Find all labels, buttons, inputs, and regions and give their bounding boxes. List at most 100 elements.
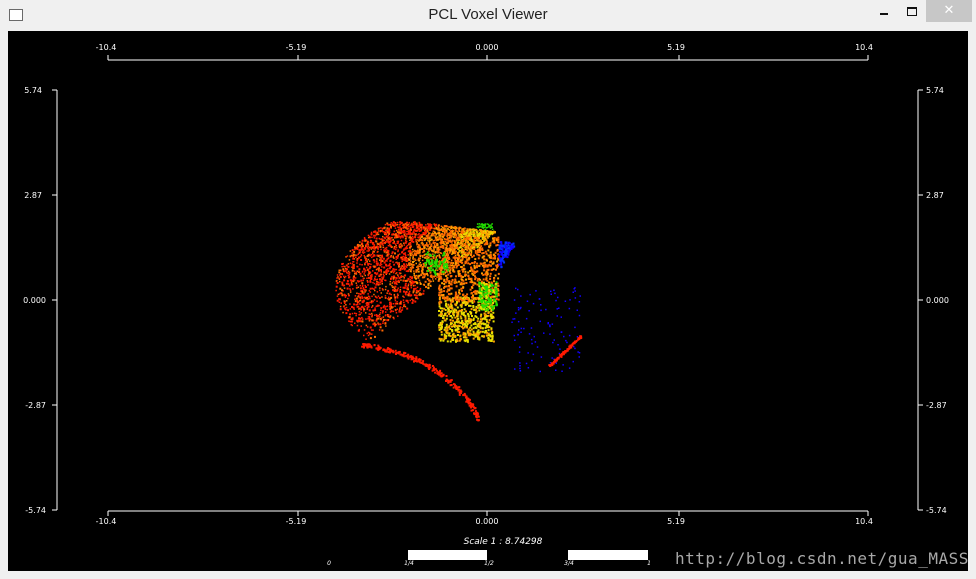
voxel-point: [457, 294, 460, 297]
voxel-point: [399, 306, 402, 308]
voxel-point: [559, 348, 561, 350]
voxel-point: [377, 317, 380, 320]
voxel-point: [386, 305, 389, 307]
voxel-point: [577, 351, 579, 353]
voxel-point: [409, 262, 412, 265]
voxel-point: [396, 297, 399, 299]
voxel-point: [386, 241, 388, 243]
voxel-point: [348, 285, 351, 287]
voxel-point: [407, 257, 410, 260]
voxel-point: [380, 318, 382, 321]
voxel-point: [453, 321, 456, 324]
voxel-point: [434, 251, 437, 254]
voxel-point: [374, 275, 377, 278]
viewport-canvas[interactable]: -10.4 -5.19 0.000 5.19 10.4 -10.4 -5.19 …: [8, 31, 968, 571]
title-bar[interactable]: PCL Voxel Viewer ✕: [0, 0, 976, 31]
voxel-point: [440, 333, 443, 336]
voxel-point: [474, 258, 477, 261]
voxel-point: [363, 329, 366, 331]
voxel-point: [397, 249, 399, 251]
voxel-point: [440, 375, 443, 378]
voxel-point: [381, 329, 384, 332]
voxel-viewport[interactable]: -10.4 -5.19 0.000 5.19 10.4 -10.4 -5.19 …: [8, 31, 968, 571]
voxel-point: [428, 263, 431, 266]
voxel-point: [354, 277, 357, 279]
voxel-point: [428, 232, 430, 235]
voxel-point: [438, 303, 441, 306]
voxel-point: [532, 302, 535, 305]
voxel-point: [379, 262, 382, 265]
voxel-point: [475, 308, 478, 311]
voxel-point: [487, 298, 490, 301]
voxel-point: [412, 256, 414, 258]
voxel-point: [488, 245, 491, 248]
voxel-point: [353, 250, 356, 253]
voxel-point: [510, 248, 513, 250]
voxel-point: [494, 287, 497, 290]
scale-label: Scale 1 : 8.74298: [464, 537, 543, 547]
voxel-point: [364, 343, 367, 346]
voxel-point: [556, 356, 559, 359]
voxel-point: [410, 252, 412, 255]
voxel-point: [484, 305, 487, 307]
voxel-point: [455, 340, 457, 343]
voxel-point: [465, 400, 468, 403]
voxel-point: [482, 278, 485, 281]
voxel-point: [440, 338, 443, 341]
voxel-point: [451, 267, 454, 269]
minimize-button[interactable]: [870, 0, 898, 22]
close-button[interactable]: ✕: [926, 0, 972, 22]
voxel-point: [385, 311, 387, 313]
voxel-point: [436, 272, 439, 275]
voxel-point: [489, 292, 492, 295]
voxel-point: [385, 305, 387, 308]
voxel-point: [450, 248, 453, 251]
voxel-point: [434, 368, 437, 371]
voxel-point: [434, 272, 437, 275]
voxel-point: [378, 297, 381, 299]
voxel-point: [458, 273, 461, 276]
top-tick-label: 5.19: [667, 43, 685, 52]
voxel-point: [377, 344, 380, 347]
voxel-point: [345, 270, 347, 272]
voxel-point: [489, 227, 492, 229]
voxel-point: [384, 223, 387, 226]
voxel-point: [371, 236, 373, 239]
voxel-point: [434, 235, 436, 237]
voxel-point: [394, 252, 396, 255]
voxel-point: [417, 359, 420, 361]
voxel-point: [472, 323, 475, 326]
voxel-point: [347, 265, 350, 268]
voxel-point: [402, 258, 405, 261]
voxel-point: [469, 247, 472, 250]
voxel-point: [375, 237, 378, 240]
voxel-point: [501, 244, 504, 247]
voxel-point: [487, 314, 490, 317]
voxel-point: [390, 225, 392, 228]
voxel-point: [421, 243, 424, 246]
voxel-point: [352, 265, 354, 267]
voxel-point: [474, 276, 477, 279]
voxel-point: [381, 260, 384, 262]
voxel-point: [386, 292, 388, 294]
voxel-point: [489, 242, 492, 245]
voxel-point: [498, 244, 501, 247]
voxel-point: [429, 237, 432, 239]
voxel-point: [468, 234, 471, 237]
voxel-point: [382, 257, 385, 260]
voxel-point: [343, 279, 346, 282]
voxel-point: [435, 238, 437, 240]
voxel-point: [462, 313, 465, 316]
voxel-point: [367, 318, 369, 320]
voxel-point: [433, 369, 435, 371]
voxel-point: [479, 229, 481, 231]
voxel-point: [387, 314, 390, 316]
voxel-point: [429, 366, 432, 369]
maximize-button[interactable]: [898, 0, 926, 22]
voxel-point: [434, 263, 437, 266]
voxel-point: [470, 299, 472, 302]
voxel-point: [338, 298, 341, 301]
voxel-point: [353, 270, 356, 272]
voxel-point: [456, 326, 459, 329]
voxel-point: [373, 259, 375, 261]
